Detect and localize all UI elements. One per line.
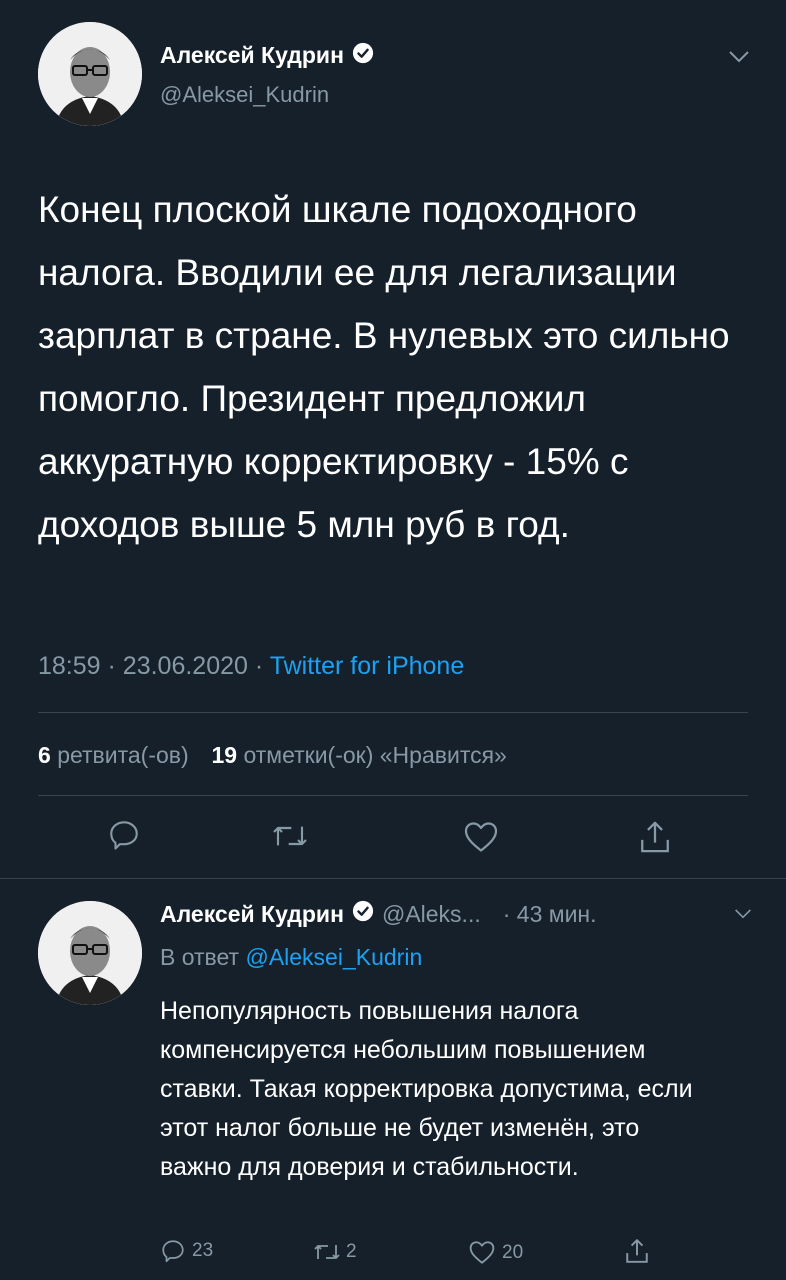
verified-badge-icon [352, 900, 374, 928]
retweet-count: 2 [346, 1241, 357, 1262]
time-ago: · 43 мин. [502, 900, 597, 927]
author-handle[interactable]: @Aleksei_Kudrin [160, 82, 329, 108]
reply-icon [160, 1238, 186, 1264]
retweet-icon [312, 1240, 342, 1264]
avatar[interactable] [38, 901, 142, 1005]
reply-count: 23 [192, 1240, 214, 1261]
likes-stat[interactable]: 19 отметки(-ок) «Нравится» [211, 742, 506, 768]
retweet-count: 6 [38, 742, 51, 768]
reply-text: Непопулярность повышения налога компенси… [160, 997, 693, 1181]
tweet-time: 18:59 [38, 652, 101, 680]
like-count: 19 [211, 742, 238, 768]
verified-badge-icon [352, 42, 374, 69]
section-divider [0, 878, 786, 879]
retweet-icon [270, 820, 310, 852]
retweet-button[interactable]: 2 [312, 1240, 357, 1264]
heart-icon [468, 1240, 496, 1265]
divider [38, 712, 748, 713]
reply-to: В ответ @Aleksei_Kudrin [160, 944, 422, 971]
like-button[interactable] [463, 820, 499, 854]
reply-to-handle-link[interactable]: @Aleksei_Kudrin [245, 944, 422, 970]
chevron-down-icon[interactable] [734, 908, 752, 920]
author-handle[interactable]: @Aleks... [382, 901, 481, 928]
heart-icon [463, 820, 499, 854]
share-icon [638, 818, 672, 856]
author-name[interactable]: Алексей Кудрин [160, 42, 344, 69]
author-name[interactable]: Алексей Кудрин [160, 901, 344, 928]
reply-button[interactable] [107, 818, 141, 852]
tweet-stats: 6 ретвита(-ов) 19 отметки(-ок) «Нравится… [38, 742, 507, 769]
tweet-source-link[interactable]: Twitter for iPhone [270, 652, 465, 680]
like-label: отметки(-ок) «Нравится» [243, 742, 507, 768]
reply-to-prefix: В ответ [160, 944, 240, 970]
reply-icon [107, 818, 141, 852]
share-button[interactable] [638, 818, 672, 856]
like-count: 20 [502, 1241, 524, 1263]
reply-button[interactable]: 23 [160, 1238, 213, 1264]
share-button[interactable] [624, 1236, 650, 1266]
retweet-button[interactable] [270, 820, 310, 852]
chevron-down-icon[interactable] [728, 50, 750, 64]
retweets-stat[interactable]: 6 ретвита(-ов) [38, 742, 195, 768]
like-button[interactable]: 20 [468, 1240, 523, 1265]
retweet-label: ретвита(-ов) [57, 742, 189, 768]
reply-header: Алексей Кудрин @Aleks... · 43 мин. [160, 900, 597, 928]
avatar[interactable] [38, 22, 142, 126]
meta-separator: · [254, 652, 270, 680]
tweet-date: 23.06.2020 [122, 652, 248, 680]
share-icon [624, 1236, 650, 1266]
meta-separator: · [107, 652, 123, 680]
tweet-text: Конец плоской шкале подоходного налога. … [38, 189, 730, 545]
tweet-meta: 18:59 · 23.06.2020 · Twitter for iPhone [38, 652, 464, 681]
divider [38, 795, 748, 796]
